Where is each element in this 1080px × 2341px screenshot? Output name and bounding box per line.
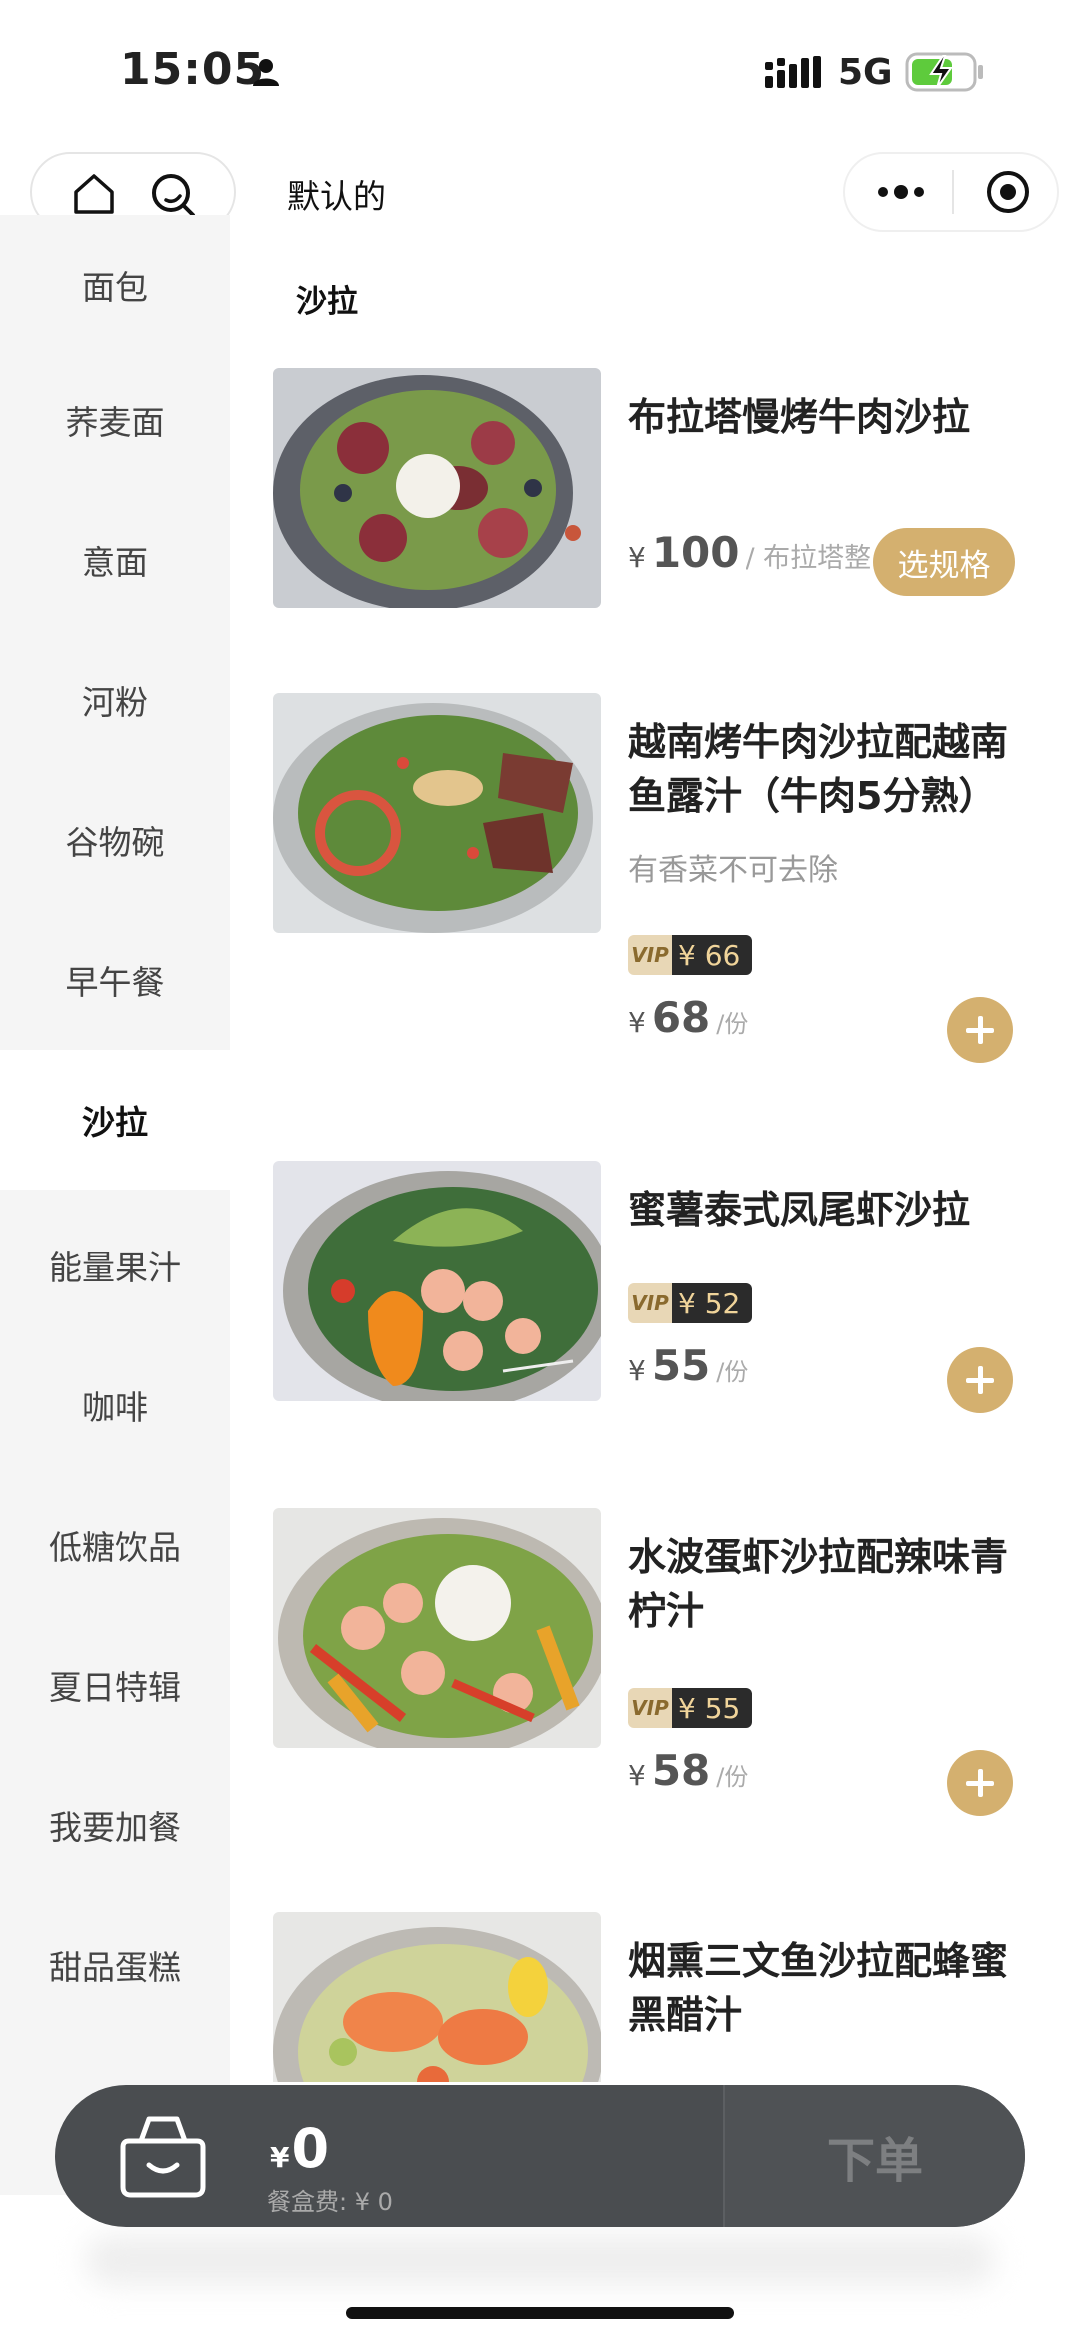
- sidebar-item-coffee[interactable]: 咖啡: [0, 1335, 230, 1475]
- dish-image-shrimp-sweet-potato[interactable]: [273, 1161, 601, 1401]
- dish-name: 布拉塔慢烤牛肉沙拉: [628, 395, 971, 439]
- currency-symbol: ¥: [628, 1759, 646, 1792]
- vip-price: ¥ 55: [672, 1688, 753, 1728]
- price-unit: /份: [716, 1010, 749, 1038]
- dish-description: 有香菜不可去除: [628, 853, 838, 888]
- sidebar-item-energy-juice[interactable]: 能量果汁: [0, 1195, 230, 1335]
- person-icon: [253, 59, 279, 86]
- dish-image-poached-egg-shrimp[interactable]: [273, 1508, 601, 1748]
- sidebar-item-soba[interactable]: 荞麦面: [0, 350, 230, 490]
- status-time: 15:05: [120, 44, 266, 95]
- dish-price: 58: [651, 1746, 711, 1795]
- vip-label: VIP: [628, 935, 672, 975]
- select-spec-button[interactable]: 选规格: [873, 528, 1015, 596]
- vip-price: ¥ 52: [672, 1283, 753, 1323]
- dish-item[interactable]: 越南烤牛肉沙拉配越南鱼露汁（牛肉5分熟） 有香菜不可去除 VIP ¥ 66 ¥ …: [273, 693, 1053, 1073]
- currency-symbol: ¥: [628, 1354, 646, 1387]
- price-unit: /份: [716, 1358, 749, 1386]
- sidebar-item-grain-bowl[interactable]: 谷物碗: [0, 770, 230, 910]
- cart-shadow: [85, 2235, 995, 2285]
- dish-item[interactable]: 水波蛋虾沙拉配辣味青柠汁 VIP ¥ 55 ¥ 58 /份: [273, 1508, 1053, 1838]
- cart-amount: 0: [291, 2117, 330, 2180]
- sidebar-item-pho[interactable]: 河粉: [0, 630, 230, 770]
- currency-symbol: ¥: [628, 1006, 646, 1039]
- sidebar-item-add-meal[interactable]: 我要加餐: [0, 1755, 230, 1895]
- menu-capsule: [843, 152, 1059, 232]
- price-row: ¥ 100 / 布拉塔整: [628, 528, 871, 577]
- dish-price: 68: [651, 993, 711, 1042]
- dish-item[interactable]: 烟熏三文鱼沙拉配蜂蜜黑醋汁: [273, 1912, 1053, 2082]
- sidebar-item-brunch[interactable]: 早午餐: [0, 910, 230, 1050]
- price-row: ¥ 58 /份: [628, 1746, 748, 1795]
- home-icon[interactable]: [70, 170, 118, 218]
- currency-symbol: ¥: [628, 541, 646, 574]
- vip-price: ¥ 66: [672, 935, 753, 975]
- dish-name: 水波蛋虾沙拉配辣味青柠汁: [628, 1535, 1009, 1633]
- sidebar-item-dessert[interactable]: 甜品蛋糕: [0, 1895, 230, 2035]
- store-title: 默认的: [287, 177, 386, 216]
- dish-item[interactable]: 蜜薯泰式凤尾虾沙拉 VIP ¥ 52 ¥ 55 /份: [273, 1161, 1053, 1461]
- dish-name: 蜜薯泰式凤尾虾沙拉: [628, 1188, 971, 1232]
- vip-label: VIP: [628, 1688, 672, 1728]
- more-icon[interactable]: [873, 172, 929, 212]
- sidebar-item-salad[interactable]: 沙拉: [0, 1050, 230, 1190]
- cart-bar: ¥ 0 餐盒费: ¥ 0 下单: [55, 2085, 1025, 2227]
- dish-image-smoked-salmon[interactable]: [273, 1912, 601, 2082]
- vip-label: VIP: [628, 1283, 672, 1323]
- add-to-cart-button[interactable]: [947, 1750, 1013, 1816]
- cart-currency: ¥: [270, 2141, 290, 2174]
- cart-total: ¥ 0: [270, 2117, 329, 2180]
- shopping-bag-icon[interactable]: [115, 2107, 211, 2203]
- section-title: 沙拉: [296, 284, 358, 320]
- sidebar-item-summer-special[interactable]: 夏日特辑: [0, 1615, 230, 1755]
- battery-charging-icon: [905, 52, 983, 92]
- dish-name: 越南烤牛肉沙拉配越南鱼露汁（牛肉5分熟）: [628, 720, 1009, 818]
- price-row: ¥ 55 /份: [628, 1341, 748, 1390]
- vip-price-badge: VIP ¥ 52: [628, 1283, 753, 1323]
- home-indicator: [346, 2307, 734, 2319]
- box-fee: 餐盒费: ¥ 0: [267, 2188, 393, 2216]
- search-icon[interactable]: [148, 170, 198, 220]
- sidebar-item-bread[interactable]: 面包: [0, 215, 230, 355]
- add-to-cart-button[interactable]: [947, 1347, 1013, 1413]
- dish-image-burrata-beef[interactable]: [273, 368, 601, 608]
- add-to-cart-button[interactable]: [947, 997, 1013, 1063]
- vip-price-badge: VIP ¥ 66: [628, 935, 753, 975]
- capsule-divider: [952, 170, 954, 214]
- checkout-button[interactable]: 下单: [723, 2085, 1025, 2227]
- dish-image-vietnam-beef[interactable]: [273, 693, 601, 933]
- spec-note: / 布拉塔整: [745, 543, 872, 574]
- price-unit: /份: [716, 1763, 749, 1791]
- sidebar-item-pasta[interactable]: 意面: [0, 490, 230, 630]
- dish-name: 烟熏三文鱼沙拉配蜂蜜黑醋汁: [628, 1939, 1009, 2037]
- vip-price-badge: VIP ¥ 55: [628, 1688, 753, 1728]
- dish-item[interactable]: 布拉塔慢烤牛肉沙拉 ¥ 100 / 布拉塔整 选规格: [273, 368, 1053, 668]
- network-type: 5G: [838, 52, 893, 93]
- status-bar: 15:05 5G: [0, 0, 1080, 140]
- dish-price: 100: [651, 528, 740, 577]
- close-target-icon[interactable]: [984, 168, 1032, 216]
- signal-icon: [765, 56, 821, 88]
- price-row: ¥ 68 /份: [628, 993, 748, 1042]
- category-sidebar: 面包 荞麦面 意面 河粉 谷物碗 早午餐 沙拉 能量果汁 咖啡 低糖饮品 夏日特…: [0, 215, 230, 2195]
- dish-price: 55: [651, 1341, 711, 1390]
- sidebar-item-low-sugar[interactable]: 低糖饮品: [0, 1475, 230, 1615]
